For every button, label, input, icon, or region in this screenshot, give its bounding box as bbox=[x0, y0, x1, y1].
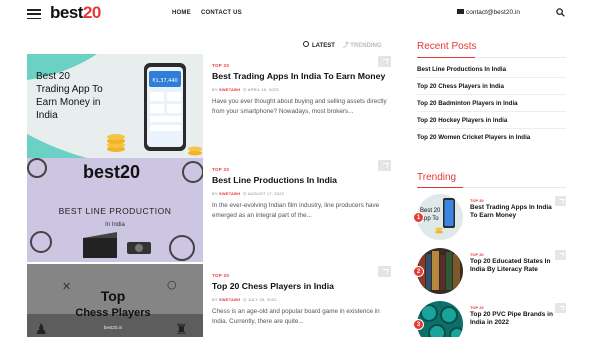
post-excerpt: In the ever-evolving Indian film industr… bbox=[212, 202, 380, 219]
trending-title[interactable]: Best Trading Apps In India To Earn Money bbox=[470, 204, 556, 220]
recent-post-link[interactable]: Top 20 Chess Players in India bbox=[417, 83, 504, 90]
image-line-2: Trading App To bbox=[36, 84, 103, 95]
menu-icon[interactable] bbox=[27, 9, 41, 20]
post-meta: BY SWETABH ◷ AUGUST 17, 2022 bbox=[212, 191, 284, 196]
post-author[interactable]: SWETABH bbox=[219, 297, 240, 302]
trending-thumbnail[interactable] bbox=[417, 301, 463, 337]
chess-graphic: ✕ ○ ♟ ♜ Top Chess Players best20.in bbox=[27, 264, 203, 337]
post-category[interactable]: TOP 20 bbox=[212, 167, 391, 172]
svg-text:₹1,37,440: ₹1,37,440 bbox=[152, 78, 177, 84]
recent-post-link[interactable]: Top 20 Hockey Players in India bbox=[417, 117, 507, 124]
recent-post-link[interactable]: Top 20 Women Cricket Players in India bbox=[417, 134, 530, 141]
svg-text:♟: ♟ bbox=[35, 322, 48, 337]
image-line-2: In India bbox=[105, 222, 125, 228]
trending-category[interactable]: TOP 20 bbox=[470, 198, 484, 203]
trending-rank: 2 bbox=[413, 266, 424, 277]
image-line-4: India bbox=[36, 110, 58, 121]
post-meta: BY SWETABH ◷ APRIL 15, 2023 bbox=[212, 87, 279, 92]
post-thumbnail[interactable]: ₹1,37,440 Best 20 Trading App To Earn Mo… bbox=[27, 54, 203, 158]
post-body: TOP 20 Top 20 Chess Players in India BY … bbox=[212, 264, 391, 326]
post-category[interactable]: TOP 20 bbox=[212, 273, 391, 278]
post-excerpt: Chess is an age-old and popular board ga… bbox=[212, 308, 380, 325]
trending-category[interactable]: TOP 20 bbox=[470, 252, 484, 257]
tab-trending[interactable]: ⤴ TRENDING bbox=[343, 43, 382, 49]
share-icon[interactable] bbox=[378, 56, 391, 67]
share-icon[interactable] bbox=[555, 196, 566, 206]
post-card: ✕ ○ ♟ ♜ Top Chess Players best20.in TOP … bbox=[27, 264, 391, 337]
trending-title[interactable]: Top 20 Educated States In India By Liter… bbox=[470, 258, 556, 274]
trending-rank: 3 bbox=[413, 319, 424, 330]
clock-icon bbox=[303, 41, 309, 48]
image-line-3: Earn Money in bbox=[36, 97, 100, 108]
recent-post-link[interactable]: Best Line Productions In India bbox=[417, 66, 506, 73]
nav-contact-us[interactable]: CONTACT US bbox=[201, 10, 242, 16]
post-body: TOP 20 Best Trading Apps In India To Ear… bbox=[212, 54, 391, 116]
post-thumbnail[interactable]: best20 BEST LINE PRODUCTION In India bbox=[27, 158, 203, 262]
email-text: contact@best20.in bbox=[466, 9, 520, 16]
search-icon[interactable] bbox=[556, 8, 565, 17]
logo-text: best bbox=[50, 3, 83, 22]
nav-home[interactable]: HOME bbox=[172, 10, 191, 16]
trending-item[interactable]: 2 TOP 20 Top 20 Educated States In India… bbox=[413, 248, 566, 300]
post-title[interactable]: Best Line Productions In India bbox=[212, 175, 391, 186]
post-card: best20 BEST LINE PRODUCTION In India TOP… bbox=[27, 158, 391, 262]
divider bbox=[417, 94, 566, 95]
image-footer: best20.in bbox=[104, 325, 123, 330]
post-thumbnail[interactable]: ✕ ○ ♟ ♜ Top Chess Players best20.in bbox=[27, 264, 203, 337]
image-line-1: Best 20 bbox=[36, 71, 70, 82]
divider bbox=[417, 111, 566, 112]
share-icon[interactable] bbox=[555, 250, 566, 260]
post-date: JULY 25, 2022 bbox=[247, 297, 277, 302]
recent-post-link[interactable]: Top 20 Badminton Players in India bbox=[417, 100, 518, 107]
tab-trending-label: TRENDING bbox=[350, 43, 382, 49]
trending-category[interactable]: TOP 20 bbox=[470, 305, 484, 310]
image-line-1: BEST LINE PRODUCTION bbox=[59, 206, 172, 216]
image-logo: best20 bbox=[83, 162, 140, 182]
logo-number: 20 bbox=[82, 3, 101, 22]
svg-text:○: ○ bbox=[167, 278, 177, 291]
tab-latest[interactable]: LATEST bbox=[303, 41, 335, 49]
svg-text:✕: ✕ bbox=[62, 280, 71, 293]
share-icon[interactable] bbox=[378, 266, 391, 277]
share-icon[interactable] bbox=[555, 303, 566, 313]
post-body: TOP 20 Best Line Productions In India BY… bbox=[212, 158, 391, 220]
line-production-graphic: best20 BEST LINE PRODUCTION In India bbox=[27, 158, 203, 262]
share-icon[interactable] bbox=[378, 160, 391, 171]
post-tabs: LATEST ⤴ TRENDING bbox=[303, 40, 382, 49]
divider bbox=[417, 77, 566, 78]
trending-item[interactable]: Best 20 App To 1 TOP 20 Best Trading App… bbox=[413, 194, 566, 246]
post-date: APRIL 15, 2023 bbox=[247, 87, 279, 92]
heading-divider bbox=[417, 57, 566, 58]
image-line-2: Chess Players bbox=[75, 307, 150, 319]
post-meta: BY SWETABH ◷ JULY 25, 2022 bbox=[212, 297, 277, 302]
tab-latest-label: LATEST bbox=[312, 43, 335, 49]
post-title[interactable]: Best Trading Apps In India To Earn Money bbox=[212, 71, 391, 82]
trending-title[interactable]: Top 20 PVC Pipe Brands in India in 2022 bbox=[470, 311, 556, 327]
post-excerpt: Have you ever thought about buying and s… bbox=[212, 98, 387, 115]
heading-divider bbox=[417, 187, 566, 188]
post-date: AUGUST 17, 2022 bbox=[247, 191, 284, 196]
trending-image bbox=[417, 301, 463, 337]
header-email[interactable]: contact@best20.in bbox=[457, 8, 520, 16]
svg-text:Best 20: Best 20 bbox=[420, 208, 441, 214]
post-author[interactable]: SWETABH bbox=[219, 87, 240, 92]
divider bbox=[417, 128, 566, 129]
trending-rank: 1 bbox=[413, 212, 424, 223]
svg-text:♜: ♜ bbox=[175, 322, 188, 337]
trending-heading: Trending bbox=[417, 172, 457, 183]
site-logo[interactable]: best20 bbox=[50, 3, 101, 23]
recent-posts-heading: Recent Posts bbox=[417, 41, 477, 52]
trading-app-graphic: ₹1,37,440 Best 20 Trading App To Earn Mo… bbox=[27, 54, 202, 158]
post-title[interactable]: Top 20 Chess Players in India bbox=[212, 281, 391, 292]
post-author[interactable]: SWETABH bbox=[219, 191, 240, 196]
image-line-1: Top bbox=[101, 288, 126, 304]
envelope-icon bbox=[457, 8, 464, 14]
trending-item[interactable]: 3 TOP 20 Top 20 PVC Pipe Brands in India… bbox=[413, 301, 566, 337]
post-category[interactable]: TOP 20 bbox=[212, 63, 391, 68]
post-card: ₹1,37,440 Best 20 Trading App To Earn Mo… bbox=[27, 54, 391, 158]
site-header: best20 HOME CONTACT US contact@best20.in bbox=[0, 0, 592, 28]
